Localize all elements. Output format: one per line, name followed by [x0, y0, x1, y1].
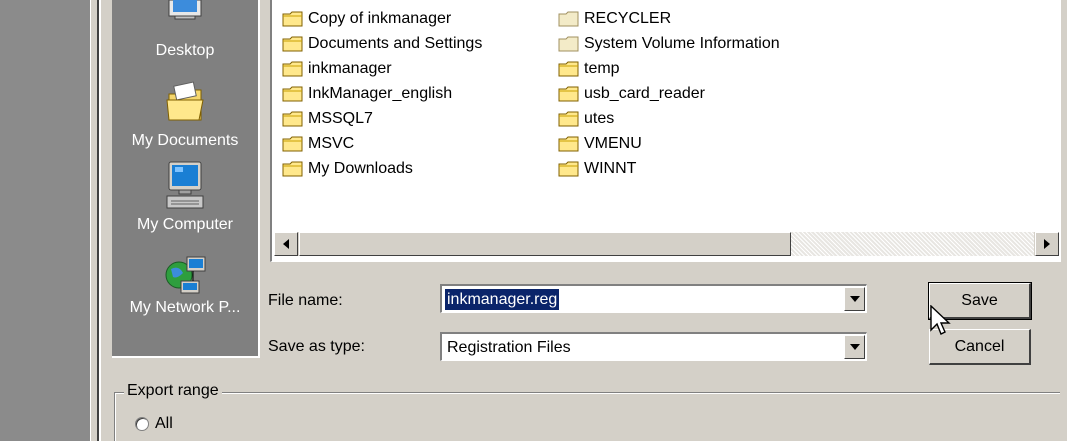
- system-folder-icon: [558, 11, 579, 26]
- file-name: Documents and Settings: [308, 34, 483, 52]
- file-name-input[interactable]: inkmanager.reg: [445, 289, 560, 310]
- folder-icon: [282, 111, 303, 126]
- chevron-down-icon: [849, 344, 860, 350]
- place-desktop[interactable]: Desktop: [112, 0, 258, 60]
- scroll-left-button[interactable]: [274, 232, 298, 256]
- system-folder-icon: [558, 36, 579, 51]
- file-name-label: File name:: [268, 292, 343, 309]
- place-label: My Computer: [136, 216, 234, 233]
- list-item[interactable]: My Downloads: [282, 156, 482, 181]
- list-item[interactable]: VMENU: [558, 131, 780, 156]
- list-item[interactable]: inkmanager: [282, 56, 482, 81]
- export-range-group: [114, 392, 1060, 441]
- file-name: WINNT: [584, 159, 637, 177]
- file-column-1: Copy of inkmanager Documents and Setting…: [282, 6, 482, 181]
- chevron-down-icon: [849, 296, 860, 302]
- my-computer-icon: [166, 161, 204, 209]
- save-as-type-value: Registration Files: [447, 339, 571, 356]
- place-my-documents[interactable]: My Documents: [112, 80, 258, 150]
- folder-icon: [282, 11, 303, 26]
- folder-icon: [558, 161, 579, 176]
- radio-button[interactable]: [135, 417, 149, 431]
- save-as-type-dropdown-button[interactable]: [844, 335, 865, 359]
- file-name: usb_card_reader: [584, 84, 705, 102]
- export-all-option[interactable]: All: [135, 415, 173, 433]
- file-list[interactable]: Copy of inkmanager Documents and Setting…: [270, 0, 1061, 262]
- arrow-right-icon: [1044, 239, 1050, 249]
- list-item[interactable]: MSSQL7: [282, 106, 482, 131]
- list-item[interactable]: Documents and Settings: [282, 31, 482, 56]
- file-name: MSSQL7: [308, 109, 373, 127]
- list-item[interactable]: usb_card_reader: [558, 81, 780, 106]
- file-name-combo[interactable]: inkmanager.reg: [440, 284, 867, 313]
- folder-icon: [282, 86, 303, 101]
- list-item[interactable]: InkManager_english: [282, 81, 482, 106]
- file-name-dropdown-button[interactable]: [844, 287, 865, 311]
- export-range-title: Export range: [124, 382, 222, 400]
- folder-icon: [558, 61, 579, 76]
- save-as-type-combo[interactable]: Registration Files: [440, 332, 867, 361]
- list-item[interactable]: temp: [558, 56, 780, 81]
- radio-label: All: [155, 415, 173, 432]
- file-name: InkManager_english: [308, 84, 453, 102]
- list-item[interactable]: RECYCLER: [558, 6, 780, 31]
- place-my-network-places[interactable]: My Network P...: [112, 255, 258, 317]
- dialog-left-edge: [99, 0, 101, 441]
- desktop-icon: [168, 0, 202, 20]
- list-item[interactable]: utes: [558, 106, 780, 131]
- folder-icon: [558, 136, 579, 151]
- mouse-cursor-icon: [930, 305, 951, 335]
- folder-icon: [558, 86, 579, 101]
- file-column-2: RECYCLER System Volume Information temp …: [558, 6, 780, 181]
- places-bar: Desktop My Documents My Computer My Netw…: [112, 0, 260, 358]
- window-frame-edge: [90, 0, 99, 441]
- folder-icon: [282, 161, 303, 176]
- list-item[interactable]: System Volume Information: [558, 31, 780, 56]
- my-network-places-icon: [165, 256, 206, 294]
- arrow-left-icon: [283, 239, 289, 249]
- place-my-computer[interactable]: My Computer: [112, 160, 258, 234]
- save-as-type-label: Save as type:: [268, 338, 365, 355]
- list-item[interactable]: MSVC: [282, 131, 482, 156]
- file-name: temp: [584, 59, 620, 77]
- file-name: My Downloads: [308, 159, 413, 177]
- file-name: VMENU: [584, 134, 642, 152]
- folder-icon: [558, 111, 579, 126]
- file-name: System Volume Information: [584, 34, 780, 52]
- scroll-right-button[interactable]: [1035, 232, 1059, 256]
- my-documents-icon: [166, 81, 204, 121]
- file-name: Copy of inkmanager: [308, 9, 452, 27]
- background-window-strip: [0, 0, 90, 441]
- scrollbar-thumb[interactable]: [299, 232, 791, 256]
- file-name: utes: [584, 109, 615, 127]
- list-item[interactable]: Copy of inkmanager: [282, 6, 482, 31]
- folder-icon: [282, 36, 303, 51]
- folder-icon: [282, 136, 303, 151]
- file-name: MSVC: [308, 134, 355, 152]
- place-label: Desktop: [155, 42, 215, 59]
- horizontal-scrollbar[interactable]: [274, 232, 1059, 256]
- folder-icon: [282, 61, 303, 76]
- list-item[interactable]: WINNT: [558, 156, 780, 181]
- file-name: inkmanager: [308, 59, 392, 77]
- file-name: RECYCLER: [584, 9, 672, 27]
- place-label: My Documents: [131, 132, 239, 149]
- place-label: My Network P...: [129, 299, 241, 316]
